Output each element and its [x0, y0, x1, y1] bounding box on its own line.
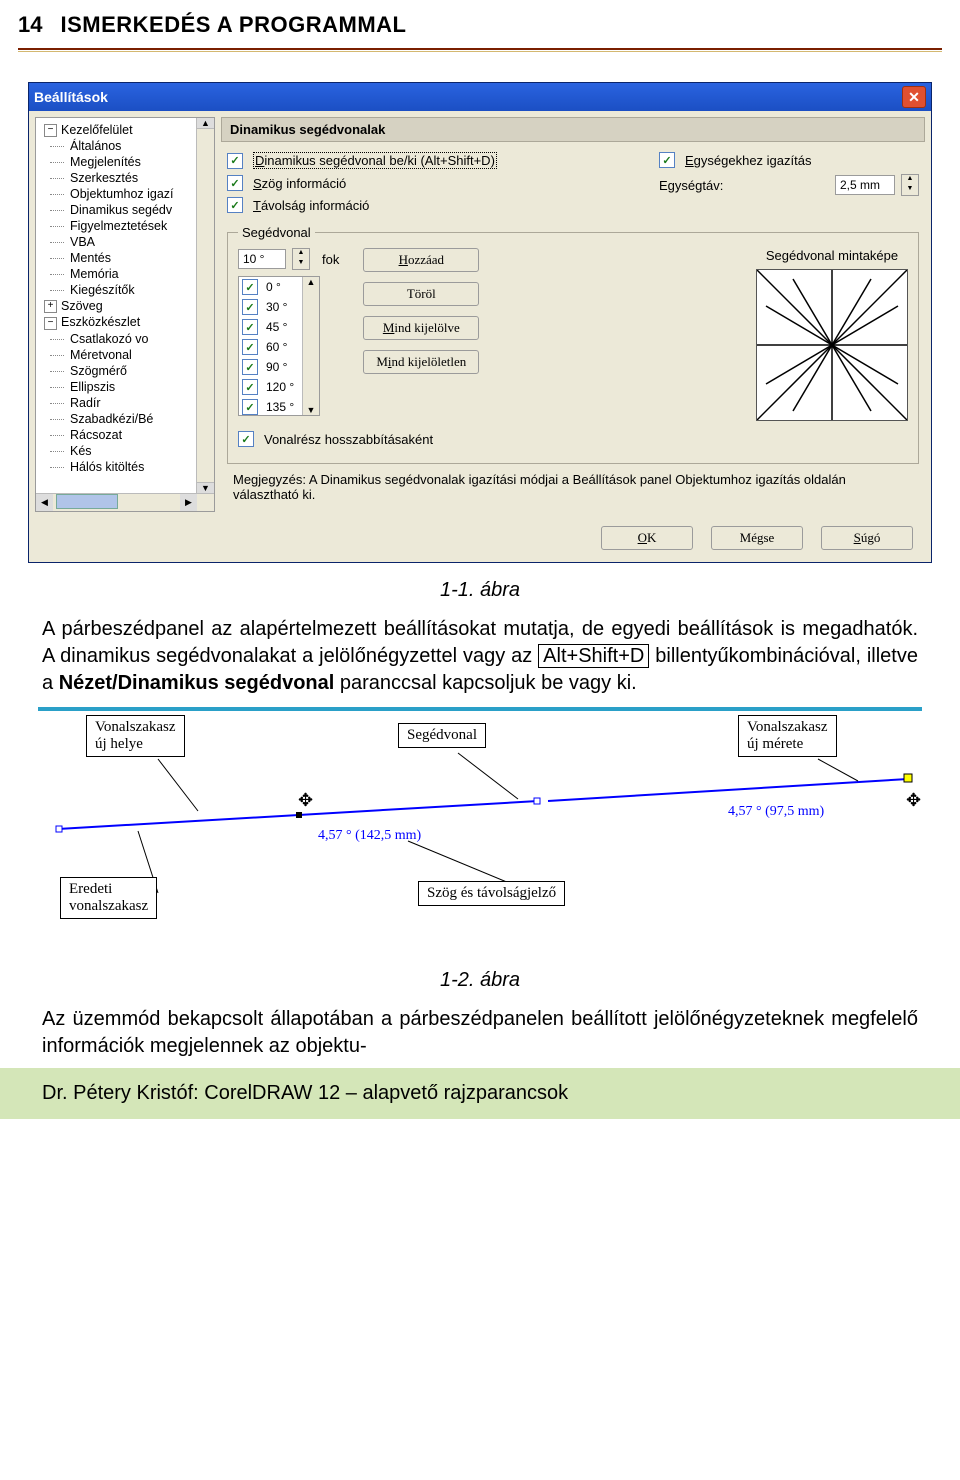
- callout-guide: Segédvonal: [398, 723, 486, 748]
- lbl-distinfo: Távolság információ: [253, 198, 369, 213]
- tree-item[interactable]: VBA: [40, 234, 210, 250]
- titlebar[interactable]: Beállítások ✕: [29, 83, 931, 111]
- chk-angle-item[interactable]: [242, 319, 258, 335]
- btn-selectall[interactable]: Mind kijelölve: [363, 316, 479, 340]
- settings-dialog: Beállítások ✕ −KezelőfelületÁltalánosMeg…: [28, 82, 932, 563]
- chk-extend[interactable]: [238, 431, 254, 447]
- tree-item[interactable]: +Szöveg: [40, 298, 210, 314]
- callout-newsize: Vonalszakasz új mérete: [738, 715, 837, 757]
- chk-angle-item[interactable]: [242, 359, 258, 375]
- tree-item[interactable]: Hálós kitöltés: [40, 459, 210, 475]
- tree-item[interactable]: Memória: [40, 266, 210, 282]
- callout-angledist: Szög és távolságjelző: [418, 881, 565, 906]
- lbl-angleinfo: Szög információ: [253, 176, 346, 191]
- lbl-dynamic: Dinamikus segédvonal be/ki (Alt+Shift+D): [253, 152, 497, 169]
- btn-add[interactable]: Hozzáad: [363, 248, 479, 272]
- chk-angle-item[interactable]: [242, 279, 258, 295]
- pane-title: Dinamikus segédvonalak: [221, 117, 925, 142]
- paragraph-2: Az üzemmód bekapcsolt állapotában a párb…: [42, 1006, 918, 1060]
- angle-list[interactable]: 0 °30 °45 °60 °90 °120 °135 °: [238, 276, 320, 416]
- tree-item[interactable]: Rácsozat: [40, 427, 210, 443]
- tree-item[interactable]: Méretvonal: [40, 347, 210, 363]
- paragraph-1: A párbeszédpanel az alapértelmezett beál…: [42, 616, 918, 697]
- tree-pane[interactable]: −KezelőfelületÁltalánosMegjelenítésSzerk…: [35, 117, 215, 512]
- preview-label: Segédvonal mintaképe: [756, 248, 908, 263]
- lbl-gap: Egységtáv:: [659, 178, 723, 193]
- page-title: ISMERKEDÉS A PROGRAMMAL: [60, 12, 406, 38]
- btn-ok[interactable]: OK: [601, 526, 693, 550]
- list-scroll[interactable]: [302, 277, 319, 415]
- tree-item[interactable]: Ellipszis: [40, 379, 210, 395]
- chk-angle-item[interactable]: [242, 399, 258, 415]
- svg-text:✥: ✥: [906, 790, 921, 810]
- tree-item[interactable]: Dinamikus segédv: [40, 202, 210, 218]
- chk-angleinfo[interactable]: [227, 175, 243, 191]
- tree-item[interactable]: Általános: [40, 138, 210, 154]
- btn-selectnone[interactable]: Mind kijelöletlen: [363, 350, 479, 374]
- tree-item[interactable]: Radír: [40, 395, 210, 411]
- page-footer: Dr. Pétery Kristóf: CorelDRAW 12 – alapv…: [0, 1068, 960, 1119]
- chk-distinfo[interactable]: [227, 197, 243, 213]
- rule-light: [18, 51, 942, 52]
- fieldset-legend: Segédvonal: [238, 225, 315, 240]
- svg-text:✥: ✥: [298, 790, 313, 810]
- tree-item[interactable]: Szerkesztés: [40, 170, 210, 186]
- tree-item[interactable]: Kés: [40, 443, 210, 459]
- figure-2-caption: 1-2. ábra: [0, 969, 960, 992]
- note: Megjegyzés: A Dinamikus segédvonalak iga…: [227, 470, 919, 508]
- chk-angle-item[interactable]: [242, 299, 258, 315]
- chk-dynamic[interactable]: [227, 153, 243, 169]
- figure-1-caption: 1-1. ábra: [0, 579, 960, 602]
- tree-item[interactable]: Mentés: [40, 250, 210, 266]
- btn-del[interactable]: Töröl: [363, 282, 479, 306]
- callout-original: Eredeti vonalszakasz: [60, 877, 157, 919]
- chk-snapunits[interactable]: [659, 152, 675, 168]
- tree-item[interactable]: Szabadkézi/Bé: [40, 411, 210, 427]
- btn-cancel[interactable]: Mégse: [711, 526, 803, 550]
- callout-newpos: Vonalszakasz új helye: [86, 715, 185, 757]
- btn-help[interactable]: Súgó: [821, 526, 913, 550]
- chk-angle-item[interactable]: [242, 339, 258, 355]
- page-number: 14: [18, 12, 42, 38]
- hscrollbar[interactable]: [36, 493, 214, 511]
- tree-item[interactable]: Figyelmeztetések: [40, 218, 210, 234]
- dialog-title: Beállítások: [34, 89, 902, 105]
- tree-item[interactable]: Megjelenítés: [40, 154, 210, 170]
- lbl-extend: Vonalrész hosszabbításaként: [264, 432, 433, 447]
- tree-item[interactable]: Csatlakozó vo: [40, 331, 210, 347]
- preview-box: [756, 269, 908, 421]
- tree-item[interactable]: Objektumhoz igazí: [40, 186, 210, 202]
- input-gap[interactable]: 2,5 mm: [835, 175, 895, 195]
- vscrollbar[interactable]: [196, 118, 214, 493]
- tree-item[interactable]: Szögmérő: [40, 363, 210, 379]
- key-combo: Alt+Shift+D: [538, 644, 649, 668]
- tree-item[interactable]: Kiegészítők: [40, 282, 210, 298]
- svg-text:4,57 ° (97,5 mm): 4,57 ° (97,5 mm): [728, 804, 825, 819]
- fieldset-guides: Segédvonal 10 ° ▲▼ fok 0 °30 °45 °60 °90…: [227, 225, 919, 464]
- spin-gap[interactable]: ▲▼: [901, 174, 919, 196]
- svg-text:4,57 ° (142,5 mm): 4,57 ° (142,5 mm): [318, 828, 422, 843]
- lbl-degree-unit: fok: [322, 252, 339, 267]
- figure-2: ✥ ✥ 4,57 ° (142,5 mm) 4,57 ° (97,5 mm) V…: [38, 707, 922, 953]
- tree-item[interactable]: −Kezelőfelület: [40, 122, 210, 138]
- input-degree[interactable]: 10 °: [238, 249, 286, 269]
- tree-item[interactable]: −Eszközkészlet: [40, 314, 210, 330]
- chk-angle-item[interactable]: [242, 379, 258, 395]
- spin-degree[interactable]: ▲▼: [292, 248, 310, 270]
- rule-dark: [18, 48, 942, 50]
- close-icon[interactable]: ✕: [902, 86, 926, 108]
- lbl-snapunits: Egységekhez igazítás: [685, 153, 811, 168]
